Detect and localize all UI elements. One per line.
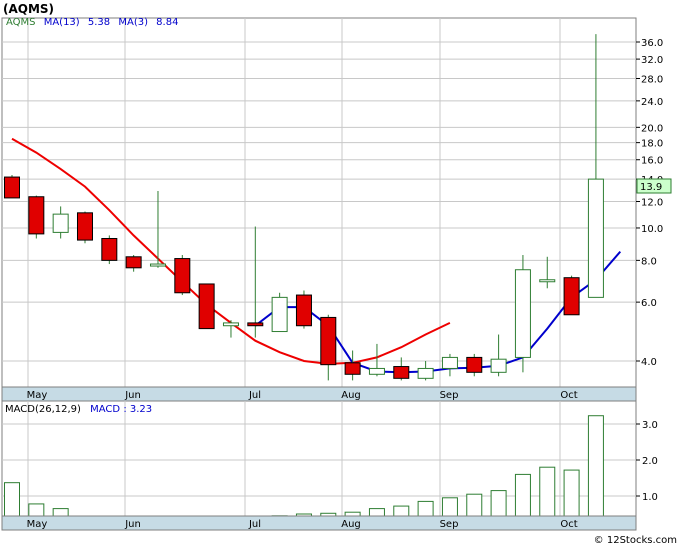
- macd-legend-sep: :: [123, 404, 126, 415]
- candle-body: [198, 283, 215, 330]
- macd-bar: [393, 505, 410, 517]
- candle-body: [222, 322, 239, 327]
- price-tick-label: 12.0: [641, 198, 663, 209]
- stock-chart: (AQMS) 36.032.028.024.020.018.016.014.01…: [0, 0, 680, 546]
- month-label: Jul: [248, 519, 261, 530]
- candle-body: [149, 263, 166, 267]
- macd-date-axis: [1, 515, 637, 531]
- price-date-axis: [1, 386, 637, 402]
- price-tick-label: 4.0: [641, 357, 657, 368]
- price-tick-label: 18.0: [641, 139, 663, 150]
- candle-body: [247, 322, 264, 327]
- candle-body: [514, 269, 531, 358]
- macd-bar: [4, 482, 20, 517]
- macd-bar: [368, 508, 385, 517]
- month-label: Jul: [248, 390, 261, 401]
- candle: [76, 211, 93, 244]
- macd-bar: [417, 500, 434, 517]
- month-label: May: [27, 390, 48, 401]
- candle-body: [539, 279, 556, 283]
- legend-ma3-label: MA(3): [118, 17, 148, 28]
- candle-body: [271, 296, 288, 333]
- candle-body: [466, 356, 483, 373]
- candle-body: [4, 176, 20, 199]
- macd-bar: [441, 497, 458, 517]
- month-label: Oct: [560, 390, 577, 401]
- month-label: Aug: [341, 390, 361, 401]
- candle-body: [320, 316, 337, 366]
- candle-body: [174, 258, 191, 294]
- month-label: Oct: [560, 519, 577, 530]
- candle-body: [393, 366, 410, 379]
- month-label: Jun: [124, 519, 141, 530]
- macd-bar: [344, 511, 361, 517]
- candle-body: [295, 294, 312, 327]
- candle-body: [101, 238, 118, 261]
- candle-body: [52, 213, 69, 233]
- macd-bar: [490, 490, 507, 517]
- price-tick-label: 6.0: [641, 298, 657, 309]
- month-label: Aug: [341, 519, 361, 530]
- price-tick-label: 24.0: [641, 97, 663, 108]
- macd-legend: MACD(26,12,9) MACD : 3.23: [5, 404, 152, 415]
- macd-bar: [52, 508, 69, 517]
- macd-title: MACD(26,12,9): [5, 404, 81, 415]
- macd-bar: [587, 415, 604, 517]
- candle-body: [417, 367, 434, 379]
- month-label: Sep: [440, 519, 459, 530]
- candle-body: [490, 358, 507, 373]
- watermark: © 12Stocks.com: [594, 535, 677, 546]
- price-tick-label: 8.0: [641, 256, 657, 267]
- macd-bar: [514, 473, 531, 517]
- macd-legend-value: 3.23: [130, 404, 152, 415]
- macd-tick-label: 1.0: [642, 492, 658, 503]
- month-label: Sep: [440, 390, 459, 401]
- candle: [271, 292, 288, 333]
- candle-body: [563, 277, 580, 316]
- price-tick-label: 16.0: [641, 156, 663, 167]
- macd-tick-label: 3.0: [642, 420, 658, 431]
- price-tick-label: 20.0: [641, 123, 663, 134]
- price-tick-label: 10.0: [641, 224, 663, 235]
- price-panel: [1, 17, 637, 388]
- macd-bar: [28, 503, 45, 517]
- last-price-label: 13.9: [640, 182, 662, 193]
- month-label: Jun: [124, 390, 141, 401]
- candle-body: [76, 212, 93, 241]
- macd-bar: [466, 493, 483, 517]
- chart-title: (AQMS): [3, 2, 54, 16]
- candle: [101, 235, 118, 265]
- candle: [4, 175, 20, 199]
- candle: [174, 255, 191, 296]
- legend-ma3-value: 8.84: [156, 17, 178, 28]
- candle: [198, 283, 215, 330]
- legend-ma13-value: 5.38: [88, 17, 110, 28]
- macd-legend-label: MACD: [90, 404, 120, 415]
- candle-body: [28, 196, 45, 235]
- legend-ma13-label: MA(13): [44, 17, 80, 28]
- legend-ticker: AQMS: [6, 17, 36, 28]
- price-tick-label: 36.0: [641, 38, 663, 49]
- macd-bar: [563, 469, 580, 517]
- candle-body: [441, 356, 458, 369]
- price-tick-label: 28.0: [641, 74, 663, 85]
- candle: [514, 255, 531, 373]
- candle-body: [125, 256, 142, 269]
- candle: [28, 195, 45, 239]
- candle-body: [344, 362, 361, 375]
- candle: [295, 290, 312, 329]
- price-tick-label: 32.0: [641, 55, 663, 66]
- macd-bar: [539, 466, 556, 517]
- candle-body: [587, 178, 604, 298]
- month-label: May: [27, 519, 48, 530]
- macd-tick-label: 2.0: [642, 456, 658, 467]
- candle: [563, 275, 580, 316]
- candle-body: [368, 367, 385, 375]
